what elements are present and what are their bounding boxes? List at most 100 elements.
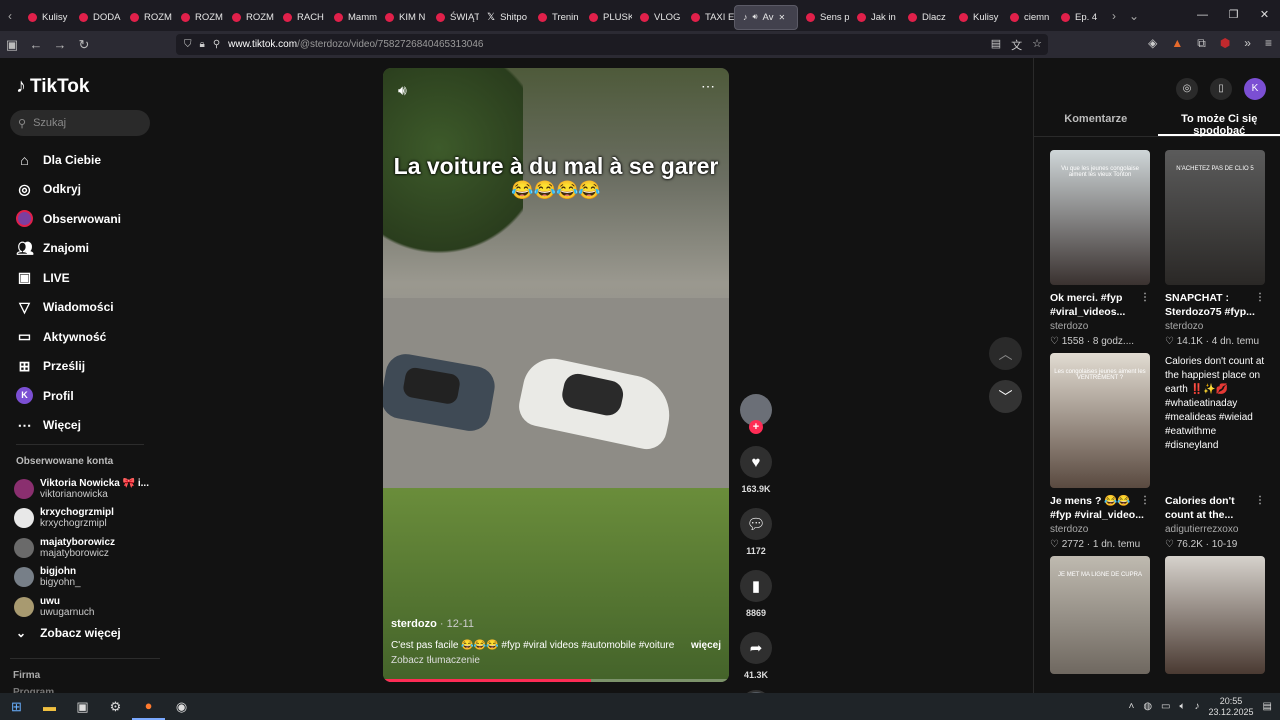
sidebar-item-obserwowani[interactable]: Obserwowani (16, 204, 121, 234)
bookmark-star-icon[interactable]: ☆ (1032, 37, 1042, 53)
translate-link[interactable]: Zobacz tłumaczenie (391, 655, 721, 666)
windows-start-icon[interactable]: ⊞ (0, 699, 33, 715)
speaker-icon[interactable]: ♪ (1195, 701, 1200, 712)
minimize-icon[interactable]: — (1187, 0, 1218, 31)
back-icon[interactable]: ← (24, 37, 48, 52)
tab-comments[interactable]: Komentarze (1034, 113, 1158, 136)
permissions-icon[interactable]: ⚲ (213, 39, 220, 50)
browser-tab[interactable]: Mamm (326, 5, 377, 30)
reload-icon[interactable]: ↻ (72, 37, 96, 53)
browser-tab[interactable]: DODA (71, 5, 122, 30)
speaker-icon[interactable]: 🔊︎ (753, 12, 758, 22)
browser-tab[interactable]: Jak in (849, 5, 900, 30)
browser-tab[interactable]: RACH (275, 5, 326, 30)
browser-tab[interactable]: KIM N (377, 5, 428, 30)
sidebar-item-znajomi[interactable]: 👥︎ Znajomi (16, 234, 121, 264)
network-icon[interactable]: ◍ (1143, 701, 1152, 712)
video-card[interactable]: JE MET MA LIGNE DE CUPRA (1050, 556, 1150, 674)
video-thumbnail[interactable]: Vu que les jeunes congolaise aiment les … (1050, 150, 1150, 285)
reader-view-icon[interactable]: ▤ (991, 37, 1001, 53)
footer-company-link[interactable]: Firma (13, 670, 40, 681)
vpn-icon[interactable]: ◈ (1148, 36, 1157, 51)
notifications-icon[interactable]: ▤ (1263, 701, 1272, 712)
file-explorer-icon[interactable]: ▬ (33, 699, 66, 714)
card-author[interactable]: sterdozo (1050, 321, 1150, 332)
card-more-icon[interactable]: ⋮ (1140, 494, 1150, 508)
comment-button[interactable]: 💬︎ (740, 508, 772, 540)
video-menu-icon[interactable]: ⋯ (701, 78, 715, 95)
user-avatar[interactable]: K (1244, 78, 1266, 100)
overflow-icon[interactable]: » (1244, 36, 1251, 51)
browser-tab[interactable]: ♪ 🔊︎ Av ✕ (734, 4, 798, 30)
browser-tab[interactable]: ciemn (1002, 5, 1053, 30)
lock-icon[interactable]: 🔒︎ (200, 39, 205, 50)
sidebar-item-aktywność[interactable]: ▭ Aktywność (16, 322, 121, 352)
sidebar-item-profil[interactable]: K Profil (16, 381, 121, 411)
browser-tab[interactable]: Dlacz (900, 5, 951, 30)
restore-icon[interactable]: ❐ (1218, 0, 1249, 31)
browser-tab[interactable]: ŚWIĄT (428, 5, 479, 30)
tabs-scroll-right-icon[interactable]: › (1104, 9, 1124, 23)
card-author[interactable]: adigutierrezxoxo (1165, 524, 1265, 535)
followed-account[interactable]: majatyborowicz majatyborowicz (14, 533, 149, 563)
clock[interactable]: 20:55 23.12.2025 (1209, 696, 1254, 718)
browser-tab[interactable]: Trenin (530, 5, 581, 30)
video-card[interactable]: Les congolaises jeunes aiment les VENTRE… (1050, 353, 1150, 550)
menu-icon[interactable]: ≡ (1265, 36, 1272, 51)
tab-recommended[interactable]: To może Ci się spodobać (1157, 113, 1280, 137)
device-icon[interactable]: ▯ (1210, 78, 1232, 100)
browser-tab[interactable]: VLOG (632, 5, 683, 30)
card-title[interactable]: Ok merci. #fyp #viral_videos... ⋮ (1050, 291, 1150, 319)
previous-video-button[interactable]: ︿ (989, 337, 1022, 370)
video-card[interactable]: Calories don't count at the happiest pla… (1165, 353, 1265, 550)
browser-tab[interactable]: Ep. 4 (1053, 5, 1104, 30)
card-more-icon[interactable]: ⋮ (1255, 494, 1265, 508)
tabs-scroll-left-icon[interactable]: ‹ (0, 9, 20, 23)
more-link[interactable]: więcej (691, 640, 721, 651)
browser-tab[interactable]: ROZM (122, 5, 173, 30)
share-button[interactable]: ➦ (740, 632, 772, 664)
close-window-icon[interactable]: ✕ (1249, 0, 1280, 31)
ublock-icon[interactable]: ⬢ (1220, 36, 1230, 51)
author-avatar[interactable]: + (740, 394, 772, 434)
video-player[interactable]: 🔊︎ ⋯ La voiture à du mal à se garer 😂😂😂😂… (383, 68, 729, 682)
shield-icon[interactable]: ⛉ (184, 39, 192, 50)
volume-icon[interactable]: 🔊︎ (398, 82, 407, 99)
browser-tab[interactable]: Kulisy (20, 5, 71, 30)
save-button[interactable]: ▮ (740, 570, 772, 602)
see-more-button[interactable]: ⌄ Zobacz więcej (16, 626, 121, 640)
browser-tab[interactable]: PLUSK (581, 5, 632, 30)
browser-tab[interactable]: TAXI E (683, 5, 734, 30)
video-thumbnail[interactable]: Calories don't count at the happiest pla… (1165, 353, 1265, 488)
card-title[interactable]: SNAPCHAT : Sterdozo75 #fyp... ⋮ (1165, 291, 1265, 319)
video-card[interactable]: Vu que les jeunes congolaise aiment les … (1050, 150, 1150, 347)
forward-icon[interactable]: → (48, 37, 72, 52)
followed-account[interactable]: uwu uwugarnuch (14, 592, 149, 622)
followed-account[interactable]: bigjohn bigyohn_ (14, 563, 149, 593)
extensions-icon[interactable]: ⧉ (1197, 36, 1206, 51)
fox-icon[interactable]: ▲ (1171, 36, 1183, 51)
url-bar[interactable]: ⛉ 🔒︎ ⚲ www.tiktok.com/@sterdozo/video/75… (176, 34, 1048, 55)
video-author[interactable]: sterdozo (391, 618, 437, 630)
app-icon-2[interactable]: ◉ (165, 699, 198, 715)
sidebar-item-więcej[interactable]: ⋯ Więcej (16, 411, 121, 441)
tab-list-icon[interactable]: ⌄ (1124, 9, 1144, 23)
sidebar-item-prześlij[interactable]: ⊞ Prześlij (16, 352, 121, 382)
sidebar-item-dla-ciebie[interactable]: ⌂ Dla Ciebie (16, 145, 121, 175)
card-title[interactable]: Calories don't count at the... ⋮ (1165, 494, 1265, 522)
card-title[interactable]: Je mens ? 😂😂 #fyp #viral_video... ⋮ (1050, 494, 1150, 522)
video-thumbnail[interactable]: N'ACHETEZ PAS DE CLIO 5 (1165, 150, 1265, 285)
sidebar-item-odkryj[interactable]: ◎ Odkryj (16, 175, 121, 205)
search-input[interactable]: ⚲ Szukaj (10, 110, 150, 136)
video-thumbnail[interactable]: Les congolaises jeunes aiment les VENTRE… (1050, 353, 1150, 488)
steam-icon[interactable]: ⚙ (99, 699, 132, 715)
video-thumbnail[interactable] (1165, 556, 1265, 674)
card-more-icon[interactable]: ⋮ (1140, 291, 1150, 305)
browser-tab[interactable]: ROZM (224, 5, 275, 30)
discover-icon[interactable]: ◎ (1176, 78, 1198, 100)
browser-tab[interactable]: ROZM (173, 5, 224, 30)
browser-tab[interactable]: Kulisy (951, 5, 1002, 30)
card-author[interactable]: sterdozo (1165, 321, 1265, 332)
volume-tray-icon[interactable]: 🔈︎ (1180, 701, 1186, 712)
browser-tab[interactable]: 𝕏 Shitpo (479, 5, 530, 30)
